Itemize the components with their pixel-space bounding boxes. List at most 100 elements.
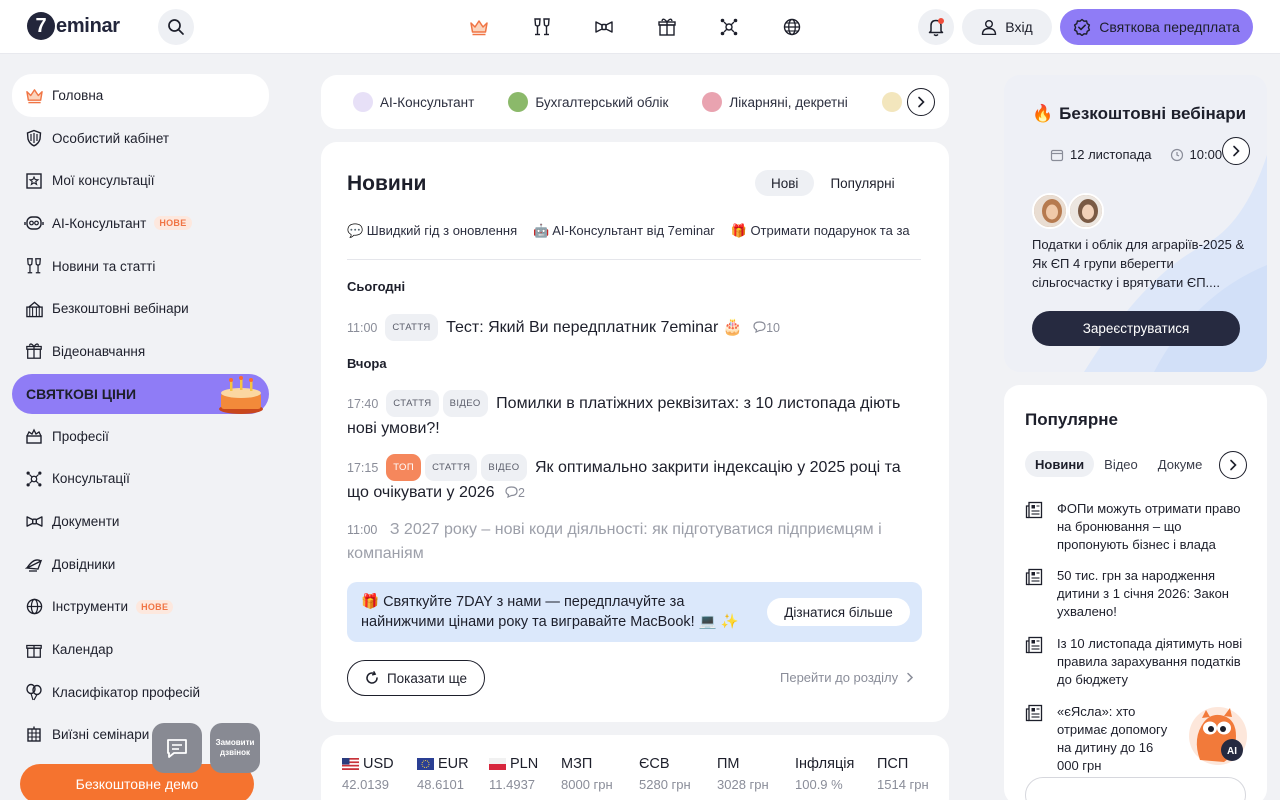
popular-item[interactable]: ФОПи можуть отримати право на бронювання… <box>1025 500 1255 554</box>
chat-button[interactable] <box>152 723 202 773</box>
news-time: 17:15 <box>347 461 379 475</box>
header-nav <box>466 14 841 40</box>
search-button[interactable] <box>158 9 194 45</box>
webinar-description[interactable]: Податки і облік для аграріїв-2025 & Як Є… <box>1032 235 1252 292</box>
quick-link-ai[interactable]: 🤖 AI-Консультант від 7eminar <box>533 220 714 242</box>
ai-mascot-icon[interactable]: AI <box>1178 698 1250 770</box>
logo[interactable]: 7 eminar <box>27 12 120 40</box>
nav-video[interactable] <box>654 14 680 40</box>
comment-icon <box>505 486 518 499</box>
pl-flag-icon <box>489 758 506 770</box>
globe-icon <box>24 597 44 617</box>
comment-count: 10 <box>753 321 780 335</box>
sidebar-item-tools[interactable]: Інструменти НОВЕ <box>12 586 269 629</box>
mascot-badge: AI <box>1227 746 1237 757</box>
logo-mark: 7 <box>27 12 55 40</box>
rate-value: 48.6101 <box>417 777 464 792</box>
clock-icon <box>1170 148 1183 161</box>
quick-link-gift[interactable]: 🎁 Отримати подарунок та за <box>731 220 910 242</box>
rate-psp: ПСП 1514 грн <box>877 756 929 792</box>
cake-icon <box>219 375 263 414</box>
tab-popular-video[interactable]: Відео <box>1094 451 1148 477</box>
network-icon <box>24 469 44 489</box>
cake-outline-icon <box>24 426 44 446</box>
type-pill: СТАТТЯ <box>385 314 438 341</box>
chevron-right-icon <box>1230 459 1237 471</box>
tab-popular[interactable]: Популярні <box>814 170 910 196</box>
bowtie-icon <box>595 21 613 33</box>
banner-text: 🎁 Святкуйте 7DAY з нами — передплачуйте … <box>361 594 739 630</box>
rate-value: 5280 грн <box>639 777 691 792</box>
quick-link-guide[interactable]: 💬 Швидкий гід з оновлення <box>347 220 517 242</box>
callback-button[interactable]: Замовити дзвінок <box>210 723 260 773</box>
rate-eur: EUR 48.6101 <box>417 756 469 792</box>
sidebar-item-label: Документи <box>52 514 120 530</box>
popular-more-button[interactable] <box>1025 777 1246 800</box>
nav-home[interactable] <box>466 14 492 40</box>
sidebar-item-cabinet[interactable]: Особистий кабінет <box>12 117 269 160</box>
sidebar-item-webinars[interactable]: Безкоштовні вебінари <box>12 287 269 330</box>
newspaper-icon <box>1025 704 1043 722</box>
webinars-title: 🔥 Безкоштовні вебінари <box>1032 104 1246 124</box>
gift-icon <box>24 640 44 660</box>
rate-min-salary: МЗП 8000 грн <box>561 756 613 792</box>
sidebar-item-news[interactable]: Новини та статті <box>12 245 269 288</box>
sidebar-item-calendar[interactable]: Календар <box>12 628 269 671</box>
nav-consultations[interactable] <box>716 14 742 40</box>
tag-sick-leave[interactable]: Лікарняні, декретні <box>702 92 848 112</box>
sidebar-item-consultations[interactable]: Консультації <box>12 458 269 501</box>
news-item[interactable]: 11:00 З 2027 року – нові коди діяльності… <box>347 518 921 565</box>
comment-count-value: 2 <box>518 486 525 500</box>
sidebar-promo-holiday-prices[interactable]: СВЯТКОВІ ЦІНИ <box>12 373 269 414</box>
popular-item[interactable]: Із 10 листопада діятимуть нові правила з… <box>1025 635 1255 689</box>
news-title: Новини <box>347 172 427 195</box>
popular-item-title: 50 тис. грн за народження дитини з 1 січ… <box>1057 568 1229 619</box>
sidebar-item-video[interactable]: Відеонавчання <box>12 330 269 373</box>
sidebar-item-home[interactable]: Головна <box>12 74 269 117</box>
tag-partial[interactable] <box>881 92 902 112</box>
gift-box-icon <box>24 299 44 319</box>
go-to-section-link[interactable]: Перейти до розділу <box>780 670 914 685</box>
tag-accounting[interactable]: Бухгалтерський облік <box>508 92 668 112</box>
rate-inflation: Інфляція 100.9 % <box>795 756 854 792</box>
nav-documents[interactable] <box>591 14 617 40</box>
popular-title: Популярне <box>1025 410 1118 429</box>
tag-label: Бухгалтерський облік <box>535 94 669 110</box>
rate-name: Інфляція <box>795 756 855 772</box>
login-label: Вхід <box>1005 19 1033 35</box>
sidebar-item-documents[interactable]: Документи <box>12 500 269 543</box>
popular-item[interactable]: 50 тис. грн за народження дитини з 1 січ… <box>1025 567 1255 621</box>
popular-next-button[interactable] <box>1219 451 1247 479</box>
sidebar-item-label: Головна <box>52 87 104 103</box>
sidebar-item-classifier[interactable]: Класифікатор професій <box>12 671 269 714</box>
sidebar-item-my-consultations[interactable]: Мої консультації <box>12 159 269 202</box>
news-time: 11:00 <box>347 523 378 537</box>
tags-next-button[interactable] <box>907 88 935 116</box>
news-item[interactable]: 17:40 СТАТТЯ ВІДЕО Помилки в платіжних рек… <box>347 390 921 440</box>
notifications-button[interactable] <box>918 9 954 45</box>
register-button[interactable]: Зареєструватися <box>1032 311 1240 346</box>
sidebar-item-label: Особистий кабінет <box>52 130 170 146</box>
webinar-datetime: 12 листопада 10:00 <box>1050 147 1222 162</box>
login-button[interactable]: Вхід <box>962 9 1052 45</box>
sidebar: Головна Особистий кабінет Мої консультац… <box>12 74 269 756</box>
sidebar-item-professions[interactable]: Професії <box>12 415 269 458</box>
tab-popular-news[interactable]: Новини <box>1025 451 1095 477</box>
rate-value: 11.4937 <box>489 777 536 792</box>
webinar-date: 12 листопада <box>1070 147 1152 162</box>
news-item[interactable]: 17:15 ТОП СТАТТЯ ВІДЕО Як оптимально закрит… <box>347 454 921 505</box>
tag-ai-consultant[interactable]: AI-Консультант <box>353 92 474 112</box>
news-item[interactable]: 11:00 СТАТТЯ Тест: Який Ви передплатник 7… <box>347 314 921 341</box>
sidebar-item-ai-consultant[interactable]: AI-Консультант НОВЕ <box>12 202 269 245</box>
tab-new[interactable]: Нові <box>755 170 815 196</box>
learn-more-button[interactable]: Дізнатися більше <box>767 598 910 626</box>
subscribe-button[interactable]: Святкова передплата <box>1060 9 1253 45</box>
nav-news[interactable] <box>529 14 555 40</box>
sidebar-item-guides[interactable]: Довідники <box>12 543 269 586</box>
nav-tools[interactable] <box>779 14 805 40</box>
tab-popular-docs[interactable]: Докуме <box>1148 451 1213 477</box>
quick-links: 💬 Швидкий гід з оновлення 🤖 AI-Консульта… <box>347 220 921 242</box>
popular-item[interactable]: «єЯсла»: хто отримає допомогу на дитину … <box>1025 703 1175 775</box>
webinars-next-button[interactable] <box>1222 137 1250 165</box>
show-more-button[interactable]: Показати ще <box>347 660 485 696</box>
